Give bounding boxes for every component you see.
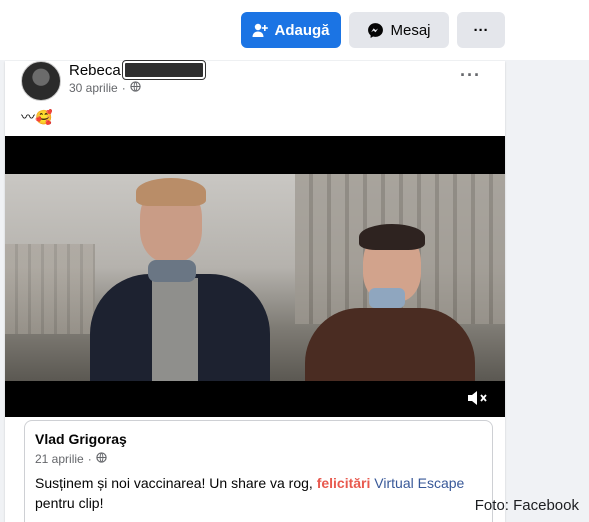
add-friend-button[interactable]: Adaugă xyxy=(241,12,341,48)
highlight-felicitari: felicitări xyxy=(316,475,371,491)
dot-separator: · xyxy=(87,452,92,466)
post-emoji-text: 〰🥰 xyxy=(21,109,53,125)
post-author[interactable]: Rebeca xyxy=(69,60,206,80)
shared-post-meta: 21 aprilie · xyxy=(35,452,107,466)
redacted-name-block xyxy=(121,60,206,80)
more-options-button[interactable]: ··· xyxy=(457,12,505,48)
video-person-right xyxy=(305,224,475,381)
add-friend-icon xyxy=(252,22,269,38)
shared-text-part3: pentru clip! xyxy=(35,495,104,511)
background-building-left xyxy=(5,244,95,334)
link-virtual-escape[interactable]: Virtual Escape xyxy=(374,475,464,491)
mute-icon[interactable] xyxy=(467,389,489,407)
post-author-name: Rebeca xyxy=(69,61,121,79)
post-date[interactable]: 30 aprilie xyxy=(69,81,118,95)
globe-icon xyxy=(96,452,107,466)
add-friend-label: Adaugă xyxy=(274,21,330,39)
shared-post-author[interactable]: Vlad Grigoraş xyxy=(35,431,127,447)
video-frame xyxy=(5,174,505,381)
post-card: Rebeca 30 aprilie · ··· 〰🥰 Vlad Grigoraş… xyxy=(5,60,505,522)
shared-post-text: Susținem și noi vaccinarea! Un share va … xyxy=(35,473,465,513)
shared-post-preview[interactable]: Vlad Grigoraş 21 aprilie · Susținem și n… xyxy=(24,420,493,522)
video-person-left xyxy=(90,178,270,381)
author-avatar[interactable] xyxy=(21,61,61,101)
message-button[interactable]: Mesaj xyxy=(349,12,449,48)
profile-action-bar: Adaugă Mesaj ··· xyxy=(0,0,589,60)
shared-post-date[interactable]: 21 aprilie xyxy=(35,452,84,466)
photo-credit: Foto: Facebook xyxy=(474,497,579,514)
post-more-button[interactable]: ··· xyxy=(460,65,481,86)
messenger-icon xyxy=(367,22,384,39)
post-meta: 30 aprilie · xyxy=(69,81,141,95)
shared-text-part1: Susținem și noi vaccinarea! Un share va … xyxy=(35,475,317,491)
globe-icon xyxy=(130,81,141,95)
dot-separator: · xyxy=(121,81,126,95)
more-options-label: ··· xyxy=(473,21,489,39)
message-label: Mesaj xyxy=(390,21,431,39)
video-player[interactable] xyxy=(5,136,505,417)
